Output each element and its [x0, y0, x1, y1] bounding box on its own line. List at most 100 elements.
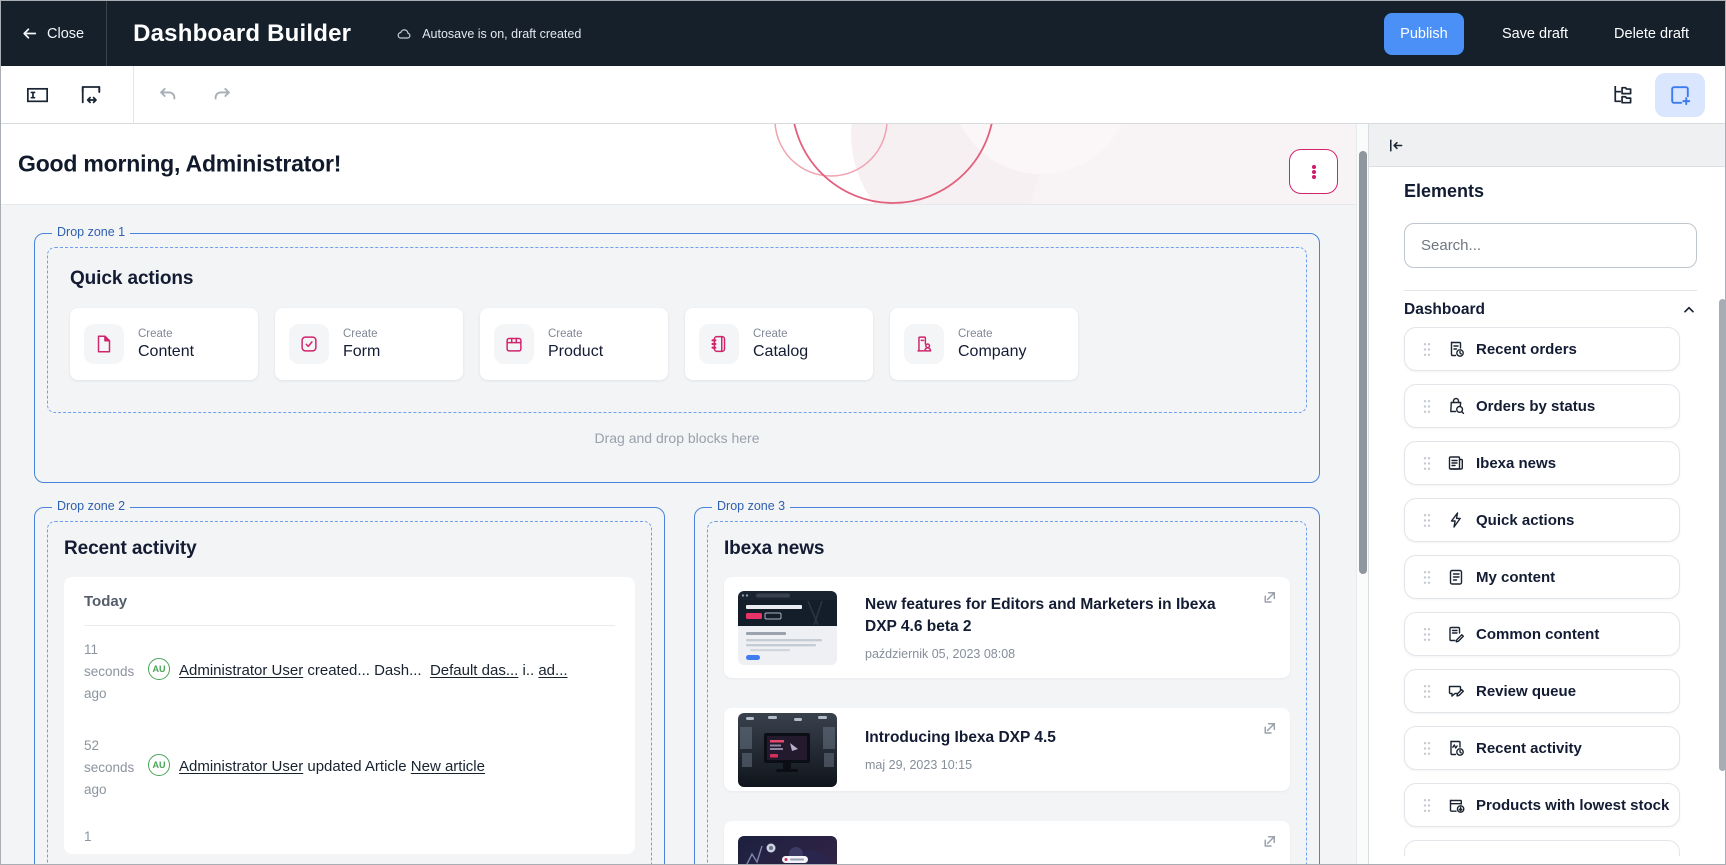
quick-action-card-company[interactable]: Create Company: [890, 308, 1078, 380]
sidebar-content: Elements Dashboard Recent orders Orders b…: [1369, 181, 1726, 856]
qa-content-icon: [84, 324, 124, 364]
news-thumbnail-abstract-dark: [738, 836, 837, 865]
my-content-icon: [1446, 567, 1466, 587]
activity-group-label: Today: [84, 593, 615, 610]
toolbar-left-group: [1, 66, 242, 124]
top-bar-divider: [106, 1, 107, 66]
collapse-sidebar-icon[interactable]: [1387, 137, 1404, 154]
card-type-label: Company: [958, 343, 1026, 361]
quick-action-card-content[interactable]: CreateContent: [70, 308, 258, 380]
drag-handle-icon[interactable]: [1423, 513, 1431, 528]
element-item-common-content[interactable]: Common content: [1404, 612, 1680, 656]
activity-timestamp: 11 seconds ago: [84, 639, 138, 722]
dashboard-section-label: Dashboard: [1404, 301, 1485, 319]
canvas-scrollbar-thumb[interactable]: [1359, 151, 1367, 574]
element-item-orders-by-status[interactable]: Orders by status: [1404, 384, 1680, 428]
element-item-partial[interactable]: [1404, 840, 1680, 856]
drop-zone-3[interactable]: Drop zone 3 Ibexa news New features for …: [694, 507, 1320, 865]
top-bar: Close Dashboard Builder Autosave is on, …: [1, 1, 1725, 66]
element-item-label: Quick actions: [1476, 512, 1574, 529]
close-button[interactable]: Close: [1, 1, 106, 66]
sidebar-scrollbar-thumb[interactable]: [1719, 299, 1726, 771]
publish-button[interactable]: Publish: [1384, 13, 1464, 55]
element-item-ibexa-news[interactable]: Ibexa news: [1404, 441, 1680, 485]
search-input[interactable]: [1404, 223, 1697, 268]
redo-icon[interactable]: [202, 75, 242, 115]
activity-row: 11 seconds agoAUAdministrator User creat…: [84, 626, 615, 722]
element-item-recent-orders[interactable]: Recent orders: [1404, 327, 1680, 371]
quick-action-card-form[interactable]: CreateForm: [275, 308, 463, 380]
add-section-button[interactable]: [1655, 73, 1705, 117]
dashboard-options-kebab-button[interactable]: [1289, 149, 1338, 194]
element-item-lowest-stock[interactable]: Products with lowest stock: [1404, 783, 1680, 827]
sidebar-title: Elements: [1404, 181, 1697, 202]
drag-handle-icon[interactable]: [1423, 399, 1431, 414]
toolbar-right-group: [1601, 73, 1725, 117]
activity-link[interactable]: ad...: [538, 662, 567, 679]
save-draft-button[interactable]: Save draft: [1494, 20, 1576, 48]
drop-zone-1[interactable]: Drop zone 1 Quick actions CreateContentC…: [34, 233, 1320, 483]
drag-handle-icon[interactable]: [1423, 456, 1431, 471]
page-title: Dashboard Builder: [133, 20, 351, 48]
drag-drop-hint: Drag and drop blocks here: [47, 430, 1307, 446]
element-item-my-content[interactable]: My content: [1404, 555, 1680, 599]
external-link-icon[interactable]: [1261, 833, 1278, 850]
element-item-review-queue[interactable]: Review queue: [1404, 669, 1680, 713]
activity-link[interactable]: New article: [411, 758, 485, 775]
activity-link[interactable]: Administrator User: [179, 758, 303, 775]
quick-action-card-product[interactable]: Create Product: [480, 308, 668, 380]
qa-catalog-icon: [699, 324, 739, 364]
news-card[interactable]: Introducing Ibexa DXP 4.5 maj 29, 2023 10…: [724, 708, 1290, 791]
activity-row: 1: [84, 818, 615, 848]
card-action-label: Create: [548, 328, 603, 340]
drag-handle-icon[interactable]: [1423, 570, 1431, 585]
delete-draft-button[interactable]: Delete draft: [1606, 20, 1697, 48]
canvas-header: Good morning, Administrator!: [1, 124, 1356, 205]
drag-handle-icon[interactable]: [1423, 798, 1431, 813]
activity-description: Administrator User updated Article New a…: [179, 756, 485, 778]
drop-zone-3-label: Drop zone 3: [712, 499, 790, 513]
undo-icon[interactable]: [148, 75, 188, 115]
qa-form-icon: [289, 324, 329, 364]
element-item-label: Recent activity: [1476, 740, 1582, 757]
element-item-label: Ibexa news: [1476, 455, 1556, 472]
news-title: Introducing Ibexa DXP 4.5: [865, 727, 1056, 749]
dashboard-section-header[interactable]: Dashboard: [1404, 301, 1697, 319]
news-card[interactable]: Ibexa DXP 4.4: A New Dawn for B2B Ecomme…: [724, 821, 1290, 865]
recent-activity-title: Recent activity: [64, 538, 635, 560]
structure-view-icon[interactable]: [1601, 75, 1641, 115]
quick-action-card-catalog[interactable]: CreateCatalog: [685, 308, 873, 380]
recent-activity-icon: [1446, 738, 1466, 758]
recent-activity-block[interactable]: Recent activity Today 11 seconds agoAUAd…: [47, 521, 652, 865]
news-title: New features for Editors and Marketers i…: [865, 594, 1238, 638]
canvas-scrollbar[interactable]: [1356, 124, 1368, 865]
drag-handle-icon[interactable]: [1423, 684, 1431, 699]
activity-main: AUAdministrator User created... Dash... …: [148, 660, 568, 722]
drag-handle-icon[interactable]: [1423, 741, 1431, 756]
qa-product-icon: [494, 324, 534, 364]
card-type-label: Form: [343, 343, 380, 361]
ibexa-news-block[interactable]: Ibexa news New features for Editors and …: [707, 521, 1307, 865]
recent-orders-icon: [1446, 339, 1466, 359]
card-action-label: Create: [958, 328, 1026, 340]
drag-handle-icon[interactable]: [1423, 342, 1431, 357]
resize-preview-icon[interactable]: [71, 75, 111, 115]
activity-link[interactable]: Default das...: [430, 662, 518, 679]
news-list: New features for Editors and Marketers i…: [724, 577, 1290, 865]
external-link-icon[interactable]: [1261, 720, 1278, 737]
activity-link[interactable]: Administrator User: [179, 662, 303, 679]
news-card[interactable]: New features for Editors and Marketers i…: [724, 577, 1290, 678]
activity-row: 52 seconds agoAUAdministrator User updat…: [84, 722, 615, 818]
element-item-quick-actions[interactable]: Quick actions: [1404, 498, 1680, 542]
field-block-icon[interactable]: [17, 75, 57, 115]
card-type-label: Product: [548, 343, 603, 361]
news-date: maj 29, 2023 10:15: [865, 758, 1056, 772]
external-link-icon[interactable]: [1261, 589, 1278, 606]
drag-handle-icon[interactable]: [1423, 627, 1431, 642]
elements-sidebar: Elements Dashboard Recent orders Orders b…: [1368, 124, 1726, 865]
activity-text: updated Article: [303, 758, 411, 775]
element-item-recent-activity[interactable]: Recent activity: [1404, 726, 1680, 770]
drop-zone-2[interactable]: Drop zone 2 Recent activity Today 11 sec…: [34, 507, 665, 865]
quick-actions-block[interactable]: Quick actions CreateContentCreateFormCre…: [47, 247, 1307, 413]
close-label: Close: [47, 26, 84, 42]
